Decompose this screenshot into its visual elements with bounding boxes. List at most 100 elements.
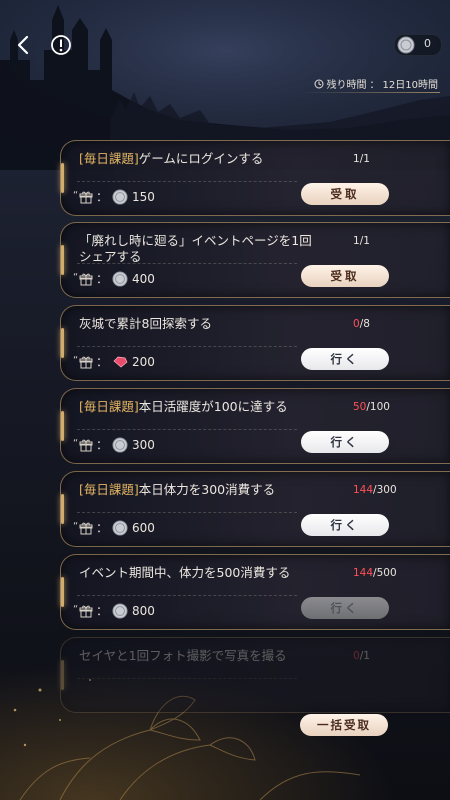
reward-colon: ： (96, 272, 109, 286)
reward-quantity: 300 (132, 437, 155, 452)
task-reward: ： 600 (79, 519, 155, 536)
silver-coin-icon (112, 519, 128, 536)
reward-quantity: 400 (132, 271, 155, 286)
progress-current: 144 (353, 484, 374, 496)
task-progress: 144/300 (353, 484, 397, 496)
task-card: [毎日課題]ゲームにログインする 1/1 “ ： 150 受取 (60, 140, 450, 216)
quote-ornament: “ (73, 190, 79, 201)
task-description: イベント期間中、体力を500消費する (79, 565, 291, 580)
quote-ornament: “ (73, 521, 79, 532)
progress-current: 0 (353, 650, 360, 662)
progress-total: /1 (359, 153, 370, 165)
collect-all-button[interactable]: 一括受取 (300, 714, 388, 736)
progress-total: /8 (359, 318, 370, 330)
gift-icon (79, 522, 93, 534)
task-title: [毎日課題]本日体力を300消費する (79, 482, 319, 498)
card-divider (77, 678, 297, 679)
go-button: 行く (301, 597, 389, 619)
task-title: [毎日課題]本日活躍度が100に達する (79, 399, 319, 415)
coin-count: 0 (424, 37, 431, 50)
task-progress: 50/100 (353, 401, 390, 413)
back-arrow-icon[interactable] (12, 32, 36, 58)
daily-task-tag: [毎日課題] (79, 399, 139, 414)
progress-total: /300 (373, 484, 397, 496)
receive-button[interactable]: 受取 (301, 183, 389, 205)
task-card: イベント期間中、体力を500消費する 144/500 “ ： 800 行く (60, 554, 450, 630)
info-alert-icon[interactable] (50, 34, 72, 56)
reward-colon: ： (96, 521, 109, 535)
task-description: 「廃れし時に廻る」イベントページを1回シェアする (79, 233, 312, 264)
go-button[interactable]: 行く (301, 348, 389, 370)
task-reward: ： 800 (79, 602, 155, 619)
task-title: イベント期間中、体力を500消費する (79, 565, 319, 581)
progress-total: /1 (359, 650, 370, 662)
reward-quantity: 600 (132, 520, 155, 535)
silver-coin-icon (397, 36, 415, 54)
progress-current: 144 (353, 567, 374, 579)
timer-value: 12日10時間 (382, 80, 438, 91)
task-card: 「廃れし時に廻る」イベントページを1回シェアする 1/1 “ ： 400 受取 (60, 222, 450, 298)
card-divider (77, 181, 297, 182)
reward-colon: ： (96, 355, 109, 369)
task-progress: 144/500 (353, 567, 397, 579)
daily-task-tag: [毎日課題] (79, 482, 139, 497)
receive-button[interactable]: 受取 (301, 265, 389, 287)
progress-current: 1 (353, 153, 360, 165)
task-reward: ： 400 (79, 270, 155, 287)
silver-coin-icon (112, 270, 128, 287)
timer-separator: ： (369, 80, 380, 91)
quote-ornament: “ (73, 604, 79, 615)
gift-icon (79, 356, 93, 368)
silver-coin-icon (112, 188, 128, 205)
daily-task-tag: [毎日課題] (79, 151, 139, 166)
ruby-gem-icon (113, 356, 128, 367)
task-title: 灰城で累計8回探索する (79, 316, 319, 332)
quote-ornament: “ (73, 272, 79, 283)
task-title: [毎日課題]ゲームにログインする (79, 151, 319, 167)
timer-underline (300, 92, 440, 93)
timer-label: 残り時間 (326, 80, 367, 91)
progress-total: /500 (373, 567, 397, 579)
task-title: 「廃れし時に廻る」イベントページを1回シェアする (79, 233, 319, 265)
go-button[interactable]: 行く (301, 431, 389, 453)
reward-colon: ： (96, 438, 109, 452)
quote-ornament: “ (73, 438, 79, 449)
reward-quantity: 200 (132, 354, 155, 369)
go-button[interactable]: 行く (301, 514, 389, 536)
card-divider (77, 429, 297, 430)
task-progress: 1/1 (353, 235, 370, 247)
currency-counter: 0 (394, 34, 442, 56)
task-description: セイヤと1回フォト撮影で写真を撮る (79, 648, 287, 663)
task-card: [毎日課題]本日体力を300消費する 144/300 “ ： 600 行く (60, 471, 450, 547)
task-description: 本日活躍度が100に達する (138, 399, 288, 414)
progress-total: /100 (366, 401, 390, 413)
progress-current: 0 (353, 318, 360, 330)
progress-current: 50 (353, 401, 367, 413)
card-divider (77, 346, 297, 347)
quote-ornament: “ (73, 355, 79, 366)
clock-icon (314, 79, 324, 88)
reward-colon: ： (96, 190, 109, 204)
progress-total: /1 (359, 235, 370, 247)
gift-icon (79, 191, 93, 203)
task-reward: ： 150 (79, 188, 155, 205)
task-reward: ： 300 (79, 436, 155, 453)
task-progress: 1/1 (353, 153, 370, 165)
task-card: セイヤと1回フォト撮影で写真を撮る 0/1 (60, 637, 450, 713)
reward-quantity: 800 (132, 603, 155, 618)
card-divider (77, 263, 297, 264)
task-reward: ： 200 (79, 353, 155, 370)
silver-coin-icon (112, 602, 128, 619)
gift-icon (79, 273, 93, 285)
task-progress: 0/1 (353, 650, 370, 662)
progress-current: 1 (353, 235, 360, 247)
task-card: 灰城で累計8回探索する 0/8 “ ： 200 行く (60, 305, 450, 381)
reward-quantity: 150 (132, 189, 155, 204)
task-progress: 0/8 (353, 318, 370, 330)
task-description: 本日体力を300消費する (138, 482, 276, 497)
task-card: [毎日課題]本日活躍度が100に達する 50/100 “ ： 300 行く (60, 388, 450, 464)
silver-coin-icon (112, 436, 128, 453)
card-divider (77, 595, 297, 596)
task-title: セイヤと1回フォト撮影で写真を撮る (79, 648, 319, 664)
task-description: ゲームにログインする (138, 151, 264, 166)
